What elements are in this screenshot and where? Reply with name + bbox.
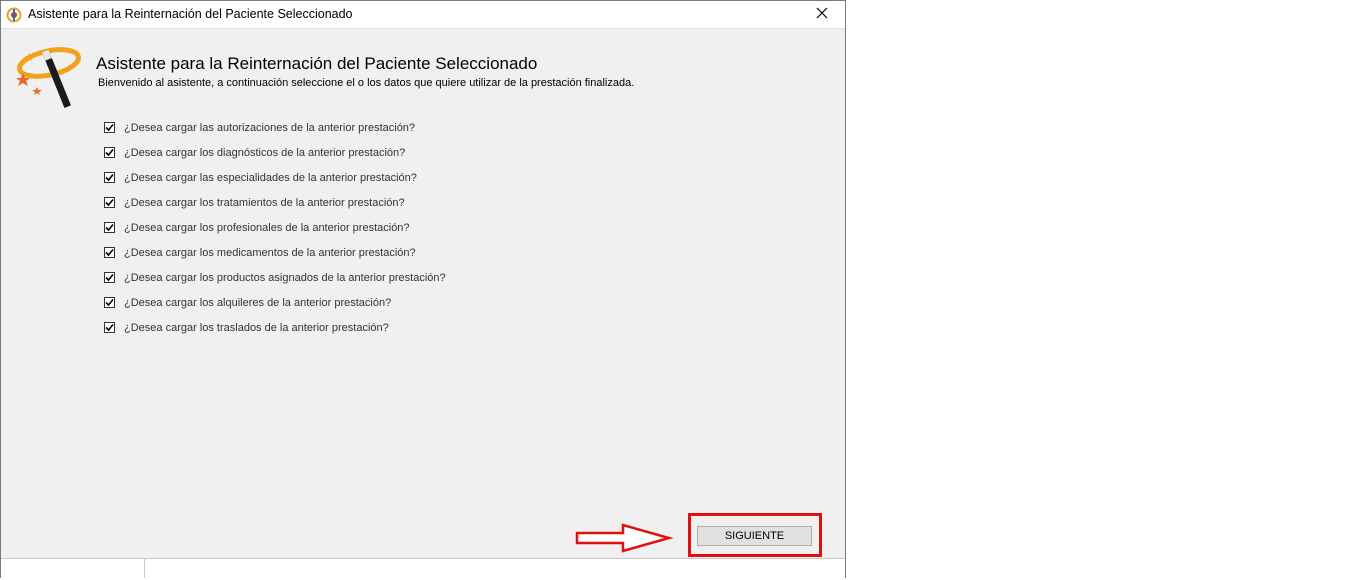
option-tratamientos[interactable]: ¿Desea cargar los tratamientos de la ant… [104, 190, 446, 215]
checkbox-traslados[interactable] [104, 322, 115, 333]
close-button[interactable] [799, 1, 845, 28]
status-divider [144, 559, 145, 578]
checkbox-diagnosticos[interactable] [104, 147, 115, 158]
app-logo-icon [6, 7, 22, 23]
checkmark-icon [105, 198, 114, 207]
close-icon [816, 6, 828, 24]
right-arrow-icon [575, 523, 675, 553]
checkbox-profesionales[interactable] [104, 222, 115, 233]
option-label: ¿Desea cargar los productos asignados de… [124, 271, 446, 284]
magic-wand-icon [15, 41, 85, 111]
checkbox-alquileres[interactable] [104, 297, 115, 308]
wizard-subtitle: Bienvenido al asistente, a continuación … [98, 77, 635, 89]
checkbox-tratamientos[interactable] [104, 197, 115, 208]
option-profesionales[interactable]: ¿Desea cargar los profesionales de la an… [104, 215, 446, 240]
checkbox-medicamentos[interactable] [104, 247, 115, 258]
checkmark-icon [105, 248, 114, 257]
option-label: ¿Desea cargar los tratamientos de la ant… [124, 196, 405, 209]
options-list: ¿Desea cargar las autorizaciones de la a… [104, 115, 446, 340]
status-bar [1, 558, 845, 578]
checkmark-icon [105, 298, 114, 307]
option-medicamentos[interactable]: ¿Desea cargar los medicamentos de la ant… [104, 240, 446, 265]
option-label: ¿Desea cargar las especialidades de la a… [124, 171, 417, 184]
checkbox-autorizaciones[interactable] [104, 122, 115, 133]
option-label: ¿Desea cargar los alquileres de la anter… [124, 296, 392, 309]
wizard-title: Asistente para la Reinternación del Paci… [96, 54, 538, 73]
checkmark-icon [105, 148, 114, 157]
checkmark-icon [105, 273, 114, 282]
option-label: ¿Desea cargar los medicamentos de la ant… [124, 246, 416, 259]
option-diagnosticos[interactable]: ¿Desea cargar los diagnósticos de la ant… [104, 140, 446, 165]
option-label: ¿Desea cargar los profesionales de la an… [124, 221, 410, 234]
option-traslados[interactable]: ¿Desea cargar los traslados de la anteri… [104, 315, 446, 340]
option-label: ¿Desea cargar las autorizaciones de la a… [124, 121, 416, 134]
checkmark-icon [105, 223, 114, 232]
window-title: Asistente para la Reinternación del Paci… [28, 7, 353, 21]
option-productos[interactable]: ¿Desea cargar los productos asignados de… [104, 265, 446, 290]
wizard-content: Asistente para la Reinternación del Paci… [1, 29, 845, 558]
checkmark-icon [105, 323, 114, 332]
checkmark-icon [105, 173, 114, 182]
checkmark-icon [105, 123, 114, 132]
option-especialidades[interactable]: ¿Desea cargar las especialidades de la a… [104, 165, 446, 190]
checkbox-especialidades[interactable] [104, 172, 115, 183]
option-alquileres[interactable]: ¿Desea cargar los alquileres de la anter… [104, 290, 446, 315]
next-button[interactable]: SIGUIENTE [697, 526, 812, 546]
wizard-window: Asistente para la Reinternación del Paci… [0, 0, 846, 578]
checkbox-productos[interactable] [104, 272, 115, 283]
title-bar: Asistente para la Reinternación del Paci… [1, 1, 845, 29]
option-label: ¿Desea cargar los traslados de la anteri… [124, 321, 389, 334]
option-autorizaciones[interactable]: ¿Desea cargar las autorizaciones de la a… [104, 115, 446, 140]
option-label: ¿Desea cargar los diagnósticos de la ant… [124, 146, 406, 159]
